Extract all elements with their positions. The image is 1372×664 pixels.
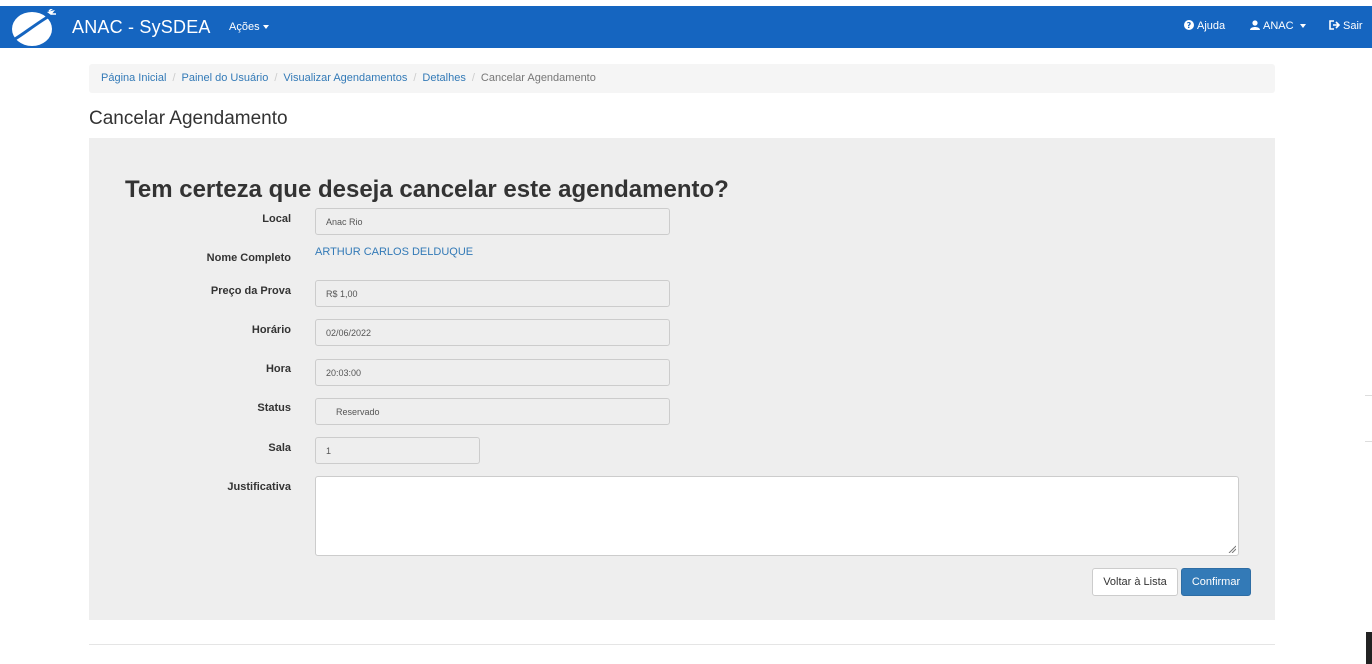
top-navbar: ANAC - SySDEA Ações ? Ajuda ANAC Sair <box>0 6 1372 48</box>
horario-label: Horário <box>251 324 291 336</box>
local-label: Local <box>262 213 291 225</box>
nome-value: ARTHUR CARLOS DELDUQUE <box>315 246 474 258</box>
horario-field: 02/06/2022 <box>315 319 670 346</box>
local-field: Anac Rio <box>315 208 670 235</box>
acoes-label: Ações <box>229 21 260 33</box>
nome-label: Nome Completo <box>206 252 291 264</box>
confirmation-question: Tem certeza que deseja cancelar este age… <box>125 176 729 203</box>
logout-label: Sair <box>1343 20 1363 32</box>
back-to-list-button[interactable]: Voltar à Lista <box>1092 568 1178 596</box>
scrollbar-corner <box>1366 632 1372 664</box>
hora-label: Hora <box>265 363 291 375</box>
scrollbar-track[interactable] <box>1365 48 1372 664</box>
user-menu[interactable]: ANAC <box>1250 20 1306 32</box>
app-title[interactable]: ANAC - SySDEA <box>72 17 211 38</box>
justificativa-label: Justificativa <box>227 481 291 493</box>
help-link[interactable]: ? Ajuda <box>1184 20 1225 32</box>
breadcrumb-separator: / <box>413 72 417 84</box>
resize-grip-icon[interactable] <box>1228 545 1236 553</box>
sala-field: 1 <box>315 437 480 464</box>
breadcrumb-details[interactable]: Detalhes <box>422 72 465 84</box>
logout-link[interactable]: Sair <box>1329 20 1363 32</box>
preco-field: R$ 1,00 <box>315 280 670 307</box>
chevron-down-icon <box>262 25 269 30</box>
help-label: Ajuda <box>1197 20 1226 32</box>
confirm-button[interactable]: Confirmar <box>1181 568 1251 596</box>
breadcrumb-separator: / <box>471 72 475 84</box>
status-field: Reservado <box>315 398 670 425</box>
breadcrumb-separator: / <box>172 72 176 84</box>
user-label: ANAC <box>1263 20 1294 32</box>
svg-text:?: ? <box>1187 21 1192 30</box>
chevron-down-icon <box>1299 24 1306 29</box>
justificativa-textarea[interactable] <box>315 476 1239 556</box>
breadcrumb-view-appointments[interactable]: Visualizar Agendamentos <box>283 72 407 84</box>
question-circle-icon: ? <box>1184 20 1194 30</box>
logout-icon <box>1329 20 1341 30</box>
status-label: Status <box>257 402 291 414</box>
breadcrumb-current: Cancelar Agendamento <box>480 72 596 84</box>
sala-label: Sala <box>268 442 291 454</box>
divider <box>1365 441 1372 442</box>
user-icon <box>1250 20 1260 30</box>
page-title: Cancelar Agendamento <box>89 108 288 129</box>
breadcrumb-home[interactable]: Página Inicial <box>101 72 166 84</box>
hora-field: 20:03:00 <box>315 359 670 386</box>
breadcrumb-user-panel[interactable]: Painel do Usuário <box>182 72 269 84</box>
preco-label: Preço da Prova <box>210 285 291 297</box>
anac-logo-icon[interactable] <box>11 9 57 47</box>
divider <box>1365 395 1372 396</box>
breadcrumb: Página Inicial / Painel do Usuário / Visuali… <box>89 64 1275 93</box>
acoes-menu[interactable]: Ações <box>229 21 269 33</box>
breadcrumb-separator: / <box>274 72 278 84</box>
footer-divider <box>89 644 1275 645</box>
